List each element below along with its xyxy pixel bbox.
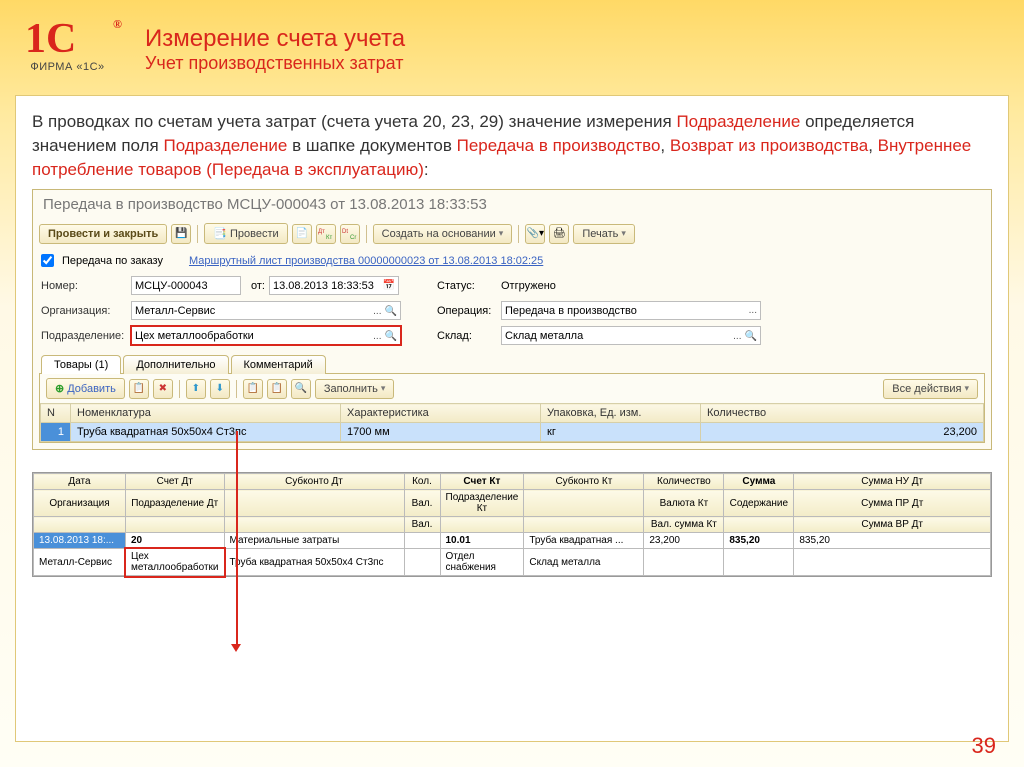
ph-accdt: Счет Дт: [126, 474, 225, 490]
page-number: 39: [972, 733, 996, 759]
order-checkbox[interactable]: [41, 254, 54, 267]
operation-input[interactable]: Передача в производство...: [501, 301, 761, 320]
logo-brand: 1C: [25, 15, 110, 63]
select-icon[interactable]: 📋: [267, 379, 287, 399]
status-label: Статус:: [437, 280, 497, 292]
arrow-connector: [236, 431, 238, 646]
ph-qty: Количество: [644, 474, 724, 490]
all-actions-button[interactable]: Все действия: [883, 379, 978, 399]
org-input[interactable]: Металл-Сервис... 🔍: [131, 301, 401, 320]
ph-date: Дата: [34, 474, 126, 490]
col-n[interactable]: N: [41, 404, 71, 423]
ph-valsum: Вал. сумма Кт: [644, 517, 724, 533]
post-button[interactable]: 📑 Провести: [204, 223, 287, 244]
page-subtitle: Учет производственных затрат: [145, 53, 405, 74]
posting-row[interactable]: Металл-Сервис Цех металлообработки Труба…: [34, 549, 991, 576]
page-title: Измерение счета учета: [145, 25, 405, 53]
ph-kol: Кол.: [404, 474, 440, 490]
arrow-head-icon: [231, 644, 241, 652]
ph-vr: Сумма ВР Дт: [794, 517, 991, 533]
ph-sum: Сумма: [724, 474, 794, 490]
status-value: Отгружено: [501, 280, 556, 292]
warehouse-input[interactable]: Склад металла... 🔍: [501, 326, 761, 345]
ph-org: Организация: [34, 490, 126, 517]
toolbar: Провести и закрыть 💾 📑 Провести 📄 ДтКт D…: [33, 219, 991, 252]
dept-cell-highlighted: Цех металлообработки: [126, 549, 225, 576]
document-window: Передача в производство МСЦУ-000043 от 1…: [32, 189, 992, 450]
tab-body: ⊕ Добавить 📋 ✖ ⬆ ⬇ 📋 📋 🔍 Заполнить Все д…: [39, 373, 985, 443]
svg-text:Дт: Дт: [318, 229, 325, 235]
order-checkbox-row: Передача по заказу Маршрутный лист произ…: [33, 252, 991, 273]
ph-deptdt: Подразделение Дт: [126, 490, 225, 517]
post-and-close-button[interactable]: Провести и закрыть: [39, 224, 167, 244]
svg-text:Dt: Dt: [342, 229, 348, 235]
copy-icon[interactable]: 📋: [129, 379, 149, 399]
attach-icon[interactable]: 📎▾: [525, 224, 545, 244]
report-icon[interactable]: 📄: [292, 224, 312, 244]
postings-table: Дата Счет Дт Субконто Дт Кол. Счет Кт Су…: [32, 472, 992, 577]
logo: 1C ФИРМА «1С»: [25, 15, 110, 73]
tab-additional[interactable]: Дополнительно: [123, 355, 228, 374]
fill-button[interactable]: Заполнить: [315, 379, 395, 399]
col-package[interactable]: Упаковка, Ед. изм.: [541, 404, 701, 423]
dtkt2-icon[interactable]: DtCr: [340, 224, 360, 244]
print-icon[interactable]: 🖨: [549, 224, 569, 244]
col-quantity[interactable]: Количество: [701, 404, 984, 423]
ph-deptkt: Подразделение Кт: [440, 490, 524, 517]
delete-icon[interactable]: ✖: [153, 379, 173, 399]
paste-icon[interactable]: 📋: [243, 379, 263, 399]
movedown-icon[interactable]: ⬇: [210, 379, 230, 399]
document-title: Передача в производство МСЦУ-000043 от 1…: [33, 190, 991, 219]
order-checkbox-label: Передача по заказу: [62, 255, 163, 267]
ph-val: Вал.: [404, 490, 440, 517]
org-label: Организация:: [41, 305, 127, 317]
table-row[interactable]: 1 Труба квадратная 50x50x4 Ст3пс 1700 мм…: [41, 423, 984, 442]
ph-pr: Сумма ПР Дт: [794, 490, 991, 517]
dept-label: Подразделение:: [41, 330, 127, 342]
svg-text:Cr: Cr: [350, 235, 356, 241]
route-link[interactable]: Маршрутный лист производства 00000000023…: [189, 255, 543, 267]
ph-valkt: Валюта Кт: [644, 490, 724, 517]
print-button[interactable]: Печать: [573, 224, 635, 244]
tab-goods[interactable]: Товары (1): [41, 355, 121, 374]
ph-nu: Сумма НУ Дт: [794, 474, 991, 490]
date-label: от:: [251, 280, 265, 292]
warehouse-label: Склад:: [437, 330, 497, 342]
add-button[interactable]: ⊕ Добавить: [46, 378, 125, 399]
dtkt-icon[interactable]: ДтКт: [316, 224, 336, 244]
operation-label: Операция:: [437, 305, 497, 317]
ph-val2: Вал.: [404, 517, 440, 533]
ph-content: Содержание: [724, 490, 794, 517]
intro-text: В проводках по счетам учета затрат (счет…: [32, 110, 992, 181]
ph-acckt: Счет Кт: [440, 474, 524, 490]
ph-subkt: Субконто Кт: [524, 474, 644, 490]
grid-toolbar: ⊕ Добавить 📋 ✖ ⬆ ⬇ 📋 📋 🔍 Заполнить Все д…: [40, 374, 984, 403]
posting-row[interactable]: 13.08.2013 18:... 20 Материальные затрат…: [34, 533, 991, 549]
number-input[interactable]: МСЦУ-000043: [131, 276, 241, 295]
dept-input[interactable]: Цех металлообработки... 🔍: [131, 326, 401, 345]
ph-subdt: Субконто Дт: [224, 474, 404, 490]
svg-text:Кт: Кт: [326, 235, 332, 241]
page-title-block: Измерение счета учета Учет производствен…: [145, 25, 405, 74]
col-characteristic[interactable]: Характеристика: [341, 404, 541, 423]
find-icon[interactable]: 🔍: [291, 379, 311, 399]
tab-comment[interactable]: Комментарий: [231, 355, 326, 374]
create-based-button[interactable]: Создать на основании: [373, 224, 513, 244]
save-icon[interactable]: 💾: [171, 224, 191, 244]
content-area: В проводках по счетам учета затрат (счет…: [15, 95, 1009, 742]
col-nomenclature[interactable]: Номенклатура: [71, 404, 341, 423]
tabs: Товары (1) Дополнительно Комментарий: [33, 348, 991, 373]
goods-table: N Номенклатура Характеристика Упаковка, …: [40, 403, 984, 442]
number-label: Номер:: [41, 280, 127, 292]
date-input[interactable]: 13.08.2013 18:33:53📅: [269, 276, 399, 295]
moveup-icon[interactable]: ⬆: [186, 379, 206, 399]
